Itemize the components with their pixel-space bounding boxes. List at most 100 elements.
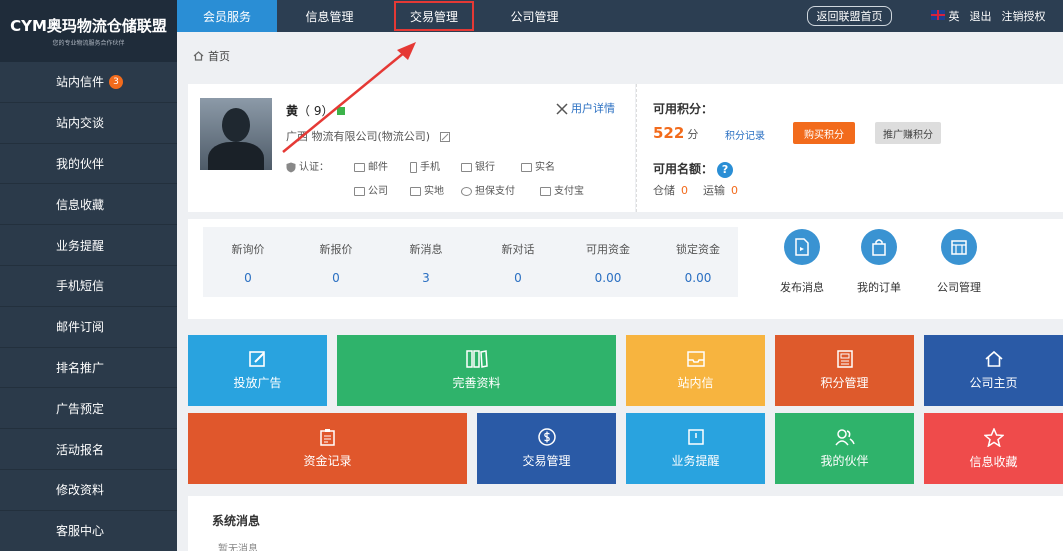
logo-text: CYM奥玛物流仓储联盟 [10, 17, 167, 35]
sidebar-item-label: 我的伙伴 [56, 156, 105, 171]
back-to-home-button[interactable]: 返回联盟首页 [807, 6, 892, 26]
system-messages-empty: 暂无消息 [218, 544, 258, 551]
cert-phone[interactable]: 手机 [410, 158, 440, 173]
sidebar-item-edit-profile[interactable]: 修改资料 [0, 470, 177, 511]
stat-new-quote[interactable]: 新报价 0 [291, 241, 381, 285]
books-icon [465, 350, 488, 368]
tab-member-services[interactable]: 会员服务 [177, 0, 277, 32]
sidebar-item-inbox[interactable]: 站内信件 3 [0, 62, 177, 103]
tile-points-management[interactable]: 积分管理 [775, 335, 914, 406]
language-switch[interactable]: 英 [931, 8, 960, 24]
stat-value: 3 [422, 271, 430, 285]
user-detail-link[interactable]: 用户详情 [555, 100, 615, 116]
promote-earn-points-button[interactable]: 推广赚积分 [875, 122, 941, 144]
sidebar-item-email-subscription[interactable]: 邮件订阅 [0, 307, 177, 348]
tile-company-homepage[interactable]: 公司主页 [924, 335, 1063, 406]
cert-label-text: 认证： [299, 162, 329, 173]
publish-message-button[interactable]: 发布消息 [767, 229, 837, 295]
buy-points-button[interactable]: 购买积分 [793, 122, 855, 144]
breadcrumb-home[interactable]: 首页 [208, 48, 230, 64]
location-icon [410, 186, 421, 196]
company-management-button[interactable]: 公司管理 [924, 229, 994, 295]
sidebar-item-favorites[interactable]: 信息收藏 [0, 184, 177, 226]
cert-escrow[interactable]: 担保支付 [461, 182, 515, 197]
transport-value: 0 [731, 184, 738, 197]
tools-icon [555, 103, 568, 115]
tab-info-management[interactable]: 信息管理 [277, 0, 382, 32]
tile-label: 资金记录 [303, 454, 352, 468]
tab-company-management[interactable]: 公司管理 [487, 0, 582, 32]
stat-label: 可用资金 [586, 243, 630, 256]
sidebar-item-label: 信息收藏 [56, 197, 105, 212]
tile-label: 完善资料 [452, 376, 501, 390]
deauthorize-link[interactable]: 注销授权 [1002, 8, 1046, 24]
tile-fund-records[interactable]: 资金记录 [188, 413, 467, 484]
my-orders-button[interactable]: 我的订单 [844, 229, 914, 295]
points-record-link[interactable]: 积分记录 [725, 127, 765, 142]
quick-label: 公司管理 [937, 281, 981, 294]
user-company: 广西 物流有限公司(物流公司) [286, 128, 450, 144]
bank-card-icon [461, 162, 472, 172]
sidebar-item-label: 客服中心 [56, 524, 105, 539]
sidebar-item-sms[interactable]: 手机短信 [0, 266, 177, 307]
tile-complete-profile[interactable]: 完善资料 [337, 335, 616, 406]
tile-trade-management[interactable]: 交易管理 [477, 413, 616, 484]
cert-escrow-label: 担保支付 [475, 186, 515, 197]
stat-new-message[interactable]: 新消息 3 [381, 241, 471, 285]
inbox-icon [686, 351, 705, 367]
logo[interactable]: CYM奥玛物流仓储联盟 您的专业物流服务合作伙伴 [0, 0, 177, 62]
tile-business-reminders[interactable]: 业务提醒 [626, 413, 765, 484]
tab-trade-management[interactable]: 交易管理 [394, 1, 474, 31]
stat-value: 0.00 [594, 271, 622, 285]
tile-advertise[interactable]: 投放广告 [188, 335, 327, 406]
tile-inbox[interactable]: 站内信 [626, 335, 765, 406]
sidebar-item-ad-booking[interactable]: 广告预定 [0, 388, 177, 430]
stat-label: 新对话 [501, 243, 535, 256]
storage-value: 0 [681, 184, 688, 197]
tile-favorites[interactable]: 信息收藏 [924, 413, 1063, 484]
sidebar-item-chat[interactable]: 站内交谈 [0, 103, 177, 144]
store-icon [941, 229, 977, 265]
sidebar-item-label: 排名推广 [56, 360, 105, 375]
points-value-row: 522 分 [653, 124, 698, 142]
tile-label: 积分管理 [820, 376, 869, 390]
cert-alipay[interactable]: 支付宝 [540, 182, 584, 197]
logout-link[interactable]: 退出 [970, 8, 992, 24]
stat-locked-funds[interactable]: 锁定资金 0.00 [653, 241, 743, 285]
cert-site[interactable]: 实地 [410, 182, 444, 197]
sidebar-item-label: 邮件订阅 [56, 320, 105, 335]
tile-label: 我的伙伴 [820, 454, 869, 468]
stat-value: 0 [244, 271, 252, 285]
sidebar-item-label: 广告预定 [56, 401, 105, 416]
stat-value: 0 [514, 271, 522, 285]
avatar[interactable] [200, 98, 272, 170]
shield-icon [286, 162, 296, 172]
stat-value: 0.00 [684, 271, 712, 285]
sidebar-item-partners[interactable]: 我的伙伴 [0, 144, 177, 185]
dollar-icon [537, 428, 556, 446]
escrow-icon [461, 186, 472, 196]
cert-realname-label: 实名 [535, 162, 555, 173]
cert-company[interactable]: 公司 [354, 182, 388, 197]
stat-new-inquiry[interactable]: 新询价 0 [203, 241, 293, 285]
sidebar-item-ranking[interactable]: 排名推广 [0, 348, 177, 389]
stat-new-chat[interactable]: 新对话 0 [473, 241, 563, 285]
help-icon[interactable]: ? [717, 162, 734, 178]
cert-company-label: 公司 [368, 186, 388, 197]
tile-my-partners[interactable]: 我的伙伴 [775, 413, 914, 484]
sidebar-item-reminders[interactable]: 业务提醒 [0, 225, 177, 266]
cert-realname[interactable]: 实名 [521, 158, 555, 173]
edit-icon[interactable] [439, 132, 450, 142]
unread-badge: 3 [109, 74, 124, 89]
cert-email[interactable]: 邮件 [354, 158, 388, 173]
sidebar-item-support[interactable]: 客服中心 [0, 511, 177, 551]
sidebar-item-events[interactable]: 活动报名 [0, 429, 177, 470]
cert-phone-label: 手机 [420, 162, 440, 173]
points-card: 可用积分： 522 分 积分记录 购买积分 推广赚积分 可用名额：? 仓储 0 运输… [636, 84, 1063, 212]
stat-available-funds[interactable]: 可用资金 0.00 [563, 241, 653, 285]
sidebar-item-label: 修改资料 [56, 483, 105, 498]
phone-icon [410, 161, 417, 173]
quick-label: 我的订单 [857, 281, 901, 294]
uk-flag-icon [931, 10, 945, 20]
cert-bank[interactable]: 银行 [461, 158, 495, 173]
